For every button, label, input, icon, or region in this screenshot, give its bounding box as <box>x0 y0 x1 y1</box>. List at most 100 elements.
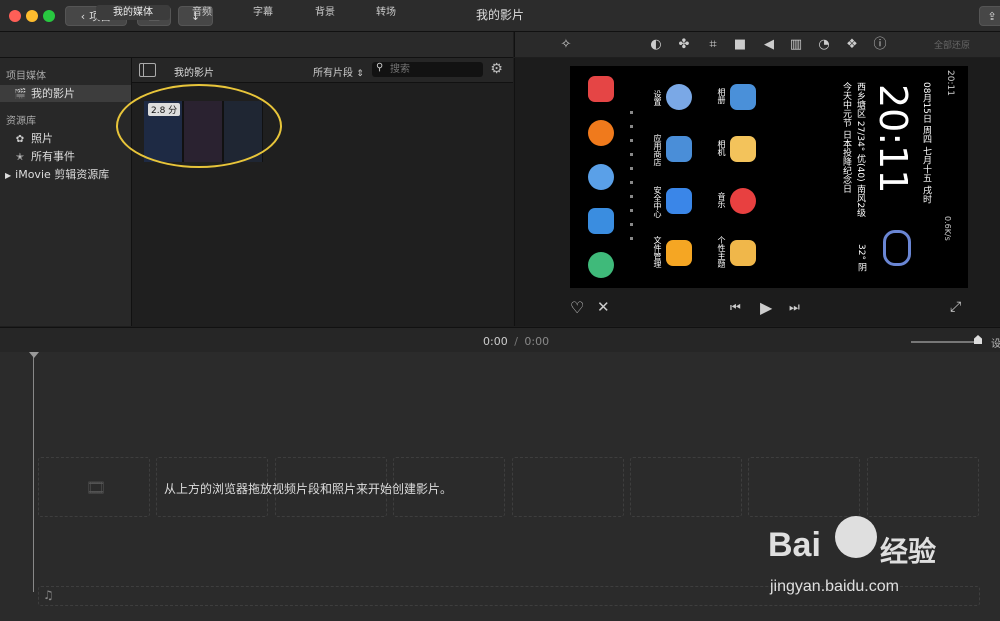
film-icon: 🎞 <box>86 478 107 497</box>
phone-time: 20:11 <box>871 84 915 194</box>
camera-app-icon <box>730 136 756 162</box>
magic-wand-icon[interactable]: ✧ <box>557 36 575 54</box>
paw-icon <box>835 516 877 558</box>
sidebar-item-label: iMovie 剪辑资源库 <box>15 168 110 181</box>
watermark-brand: Bai <box>768 526 821 564</box>
watermark-brand2: 经验 <box>880 535 937 568</box>
timeline-slot <box>748 457 860 517</box>
skip-forward-icon[interactable]: ⏭ <box>789 300 800 315</box>
star-icon: ✭ <box>15 152 25 163</box>
tab-my-media[interactable]: 我的媒体 <box>96 5 170 20</box>
updown-chevron-icon: ⇕ <box>356 69 364 79</box>
equalizer-icon[interactable]: ▥ <box>787 36 805 54</box>
file-manager-icon <box>666 240 692 266</box>
info-icon[interactable]: ⓘ <box>871 36 889 54</box>
volume-icon[interactable]: ◀ <box>760 36 778 54</box>
app-label: 文件管理 <box>653 236 662 268</box>
search-input[interactable] <box>390 62 480 77</box>
phone-date: 08月15日 周四 七月十五 戌时 <box>921 82 931 204</box>
share-icon: ⇪ <box>987 9 997 23</box>
timeline-slot <box>512 457 624 517</box>
viewer-toolbar <box>514 32 1000 57</box>
chevron-left-icon: ‹ <box>80 9 86 23</box>
sidebar-section-project-media: 项目媒体 <box>6 71 46 82</box>
clapper-icon: 🎬 <box>14 89 27 100</box>
music-note-icon: ♫ <box>43 588 54 602</box>
photos-icon: ✿ <box>15 134 25 145</box>
sidebar-item-label: 所有事件 <box>31 150 75 163</box>
minimize-window-button[interactable] <box>26 10 38 22</box>
timeline-slot <box>867 457 979 517</box>
color-balance-icon[interactable]: ◐ <box>647 36 665 54</box>
close-window-button[interactable] <box>9 10 21 22</box>
speed-icon[interactable]: ◔ <box>815 36 833 54</box>
browser-tabs <box>0 32 513 58</box>
fullscreen-icon[interactable]: ⤢ <box>950 299 961 315</box>
playhead[interactable] <box>33 352 34 592</box>
app-label: 安全中心 <box>653 186 662 218</box>
tab-backgrounds[interactable]: 背景 <box>305 5 345 20</box>
search-icon: ⚲ <box>376 62 384 73</box>
crop-icon[interactable]: ⌗ <box>704 36 722 54</box>
app-label: 设置 <box>653 90 662 106</box>
app-label: 音乐 <box>717 192 726 208</box>
sidebar-item-library[interactable]: ▶ iMovie 剪辑资源库 <box>0 166 131 183</box>
status-clock: 20:11 <box>945 70 955 96</box>
playhead-marker[interactable] <box>29 352 39 358</box>
reject-icon[interactable]: ✕ <box>597 298 610 316</box>
phone-temp: 32° 阴 <box>856 244 866 272</box>
video-preview: 20:11 0.6K/s 08月15日 周四 七月十五 戌时 20:11 西乡塘… <box>570 66 968 288</box>
reset-all-button[interactable]: 全部还原 <box>934 38 970 51</box>
time-total: 0:00 <box>524 335 550 348</box>
dock-app-icon <box>588 164 614 190</box>
app-label: 相机 <box>717 140 726 156</box>
sidebar-item-all-events[interactable]: ✭ 所有事件 <box>0 148 131 165</box>
zoom-window-button[interactable] <box>43 10 55 22</box>
favorite-icon[interactable]: ♡ <box>570 298 584 317</box>
gallery-app-icon <box>730 84 756 110</box>
status-net: 0.6K/s <box>943 216 952 241</box>
phone-holiday: 今天中元节 日本投降纪念日 <box>841 82 851 193</box>
clip-filter-select[interactable]: 所有片段 ⇕ <box>313 64 364 79</box>
play-icon[interactable]: ▶ <box>760 298 772 317</box>
browser-title: 我的影片 <box>174 68 214 79</box>
toggle-sidebar-icon[interactable] <box>139 63 156 77</box>
weather-cloud-icon <box>883 230 911 266</box>
page-indicator <box>630 111 633 251</box>
dock-app-icon <box>588 120 614 146</box>
app-label: 相册 <box>717 88 726 104</box>
dock-app-icon <box>588 252 614 278</box>
sidebar-item-my-movie[interactable]: 🎬 我的影片 <box>0 85 131 102</box>
watermark-url: jingyan.baidu.com <box>770 578 899 595</box>
timeline-slot <box>630 457 742 517</box>
dock-app-icon <box>588 76 614 102</box>
timeline-settings-button[interactable]: 设 <box>991 335 1000 350</box>
music-app-icon <box>730 188 756 214</box>
camera-stabilization-icon[interactable]: ■ <box>731 36 749 54</box>
theme-app-icon <box>730 240 756 266</box>
settings-app-icon <box>666 84 692 110</box>
search-field[interactable]: ⚲ <box>372 62 483 77</box>
app-store-icon <box>666 136 692 162</box>
phone-weather-loc: 西乡塘区 27/34° 优(40) 南风2级 <box>855 82 865 218</box>
time-current: 0:00 <box>483 335 508 348</box>
share-button[interactable]: ⇪ <box>979 6 1000 26</box>
tab-titles[interactable]: 字幕 <box>243 5 283 20</box>
security-app-icon <box>666 188 692 214</box>
disclosure-triangle-icon: ▶ <box>5 171 12 180</box>
filter-icon[interactable]: ❖ <box>843 36 861 54</box>
time-separator: / <box>514 335 518 348</box>
tab-transitions[interactable]: 转场 <box>366 5 406 20</box>
skip-back-icon[interactable]: ⏮ <box>730 300 741 315</box>
sidebar-item-photos[interactable]: ✿ 照片 <box>0 130 131 147</box>
timeline-empty-hint: 从上方的浏览器拖放视频片段和照片来开始创建影片。 <box>164 482 453 496</box>
palette-icon[interactable]: ✤ <box>675 36 693 54</box>
app-label: 应用商店 <box>653 134 662 166</box>
gear-icon[interactable]: ⚙ <box>489 62 504 77</box>
sidebar-item-label: 我的影片 <box>31 87 75 100</box>
zoom-slider[interactable] <box>911 341 981 343</box>
tab-audio[interactable]: 音频 <box>182 5 222 20</box>
dock-app-icon <box>588 208 614 234</box>
clip-filter-label: 所有片段 <box>313 68 353 79</box>
timecode: 0:00 / 0:00 <box>483 335 549 348</box>
